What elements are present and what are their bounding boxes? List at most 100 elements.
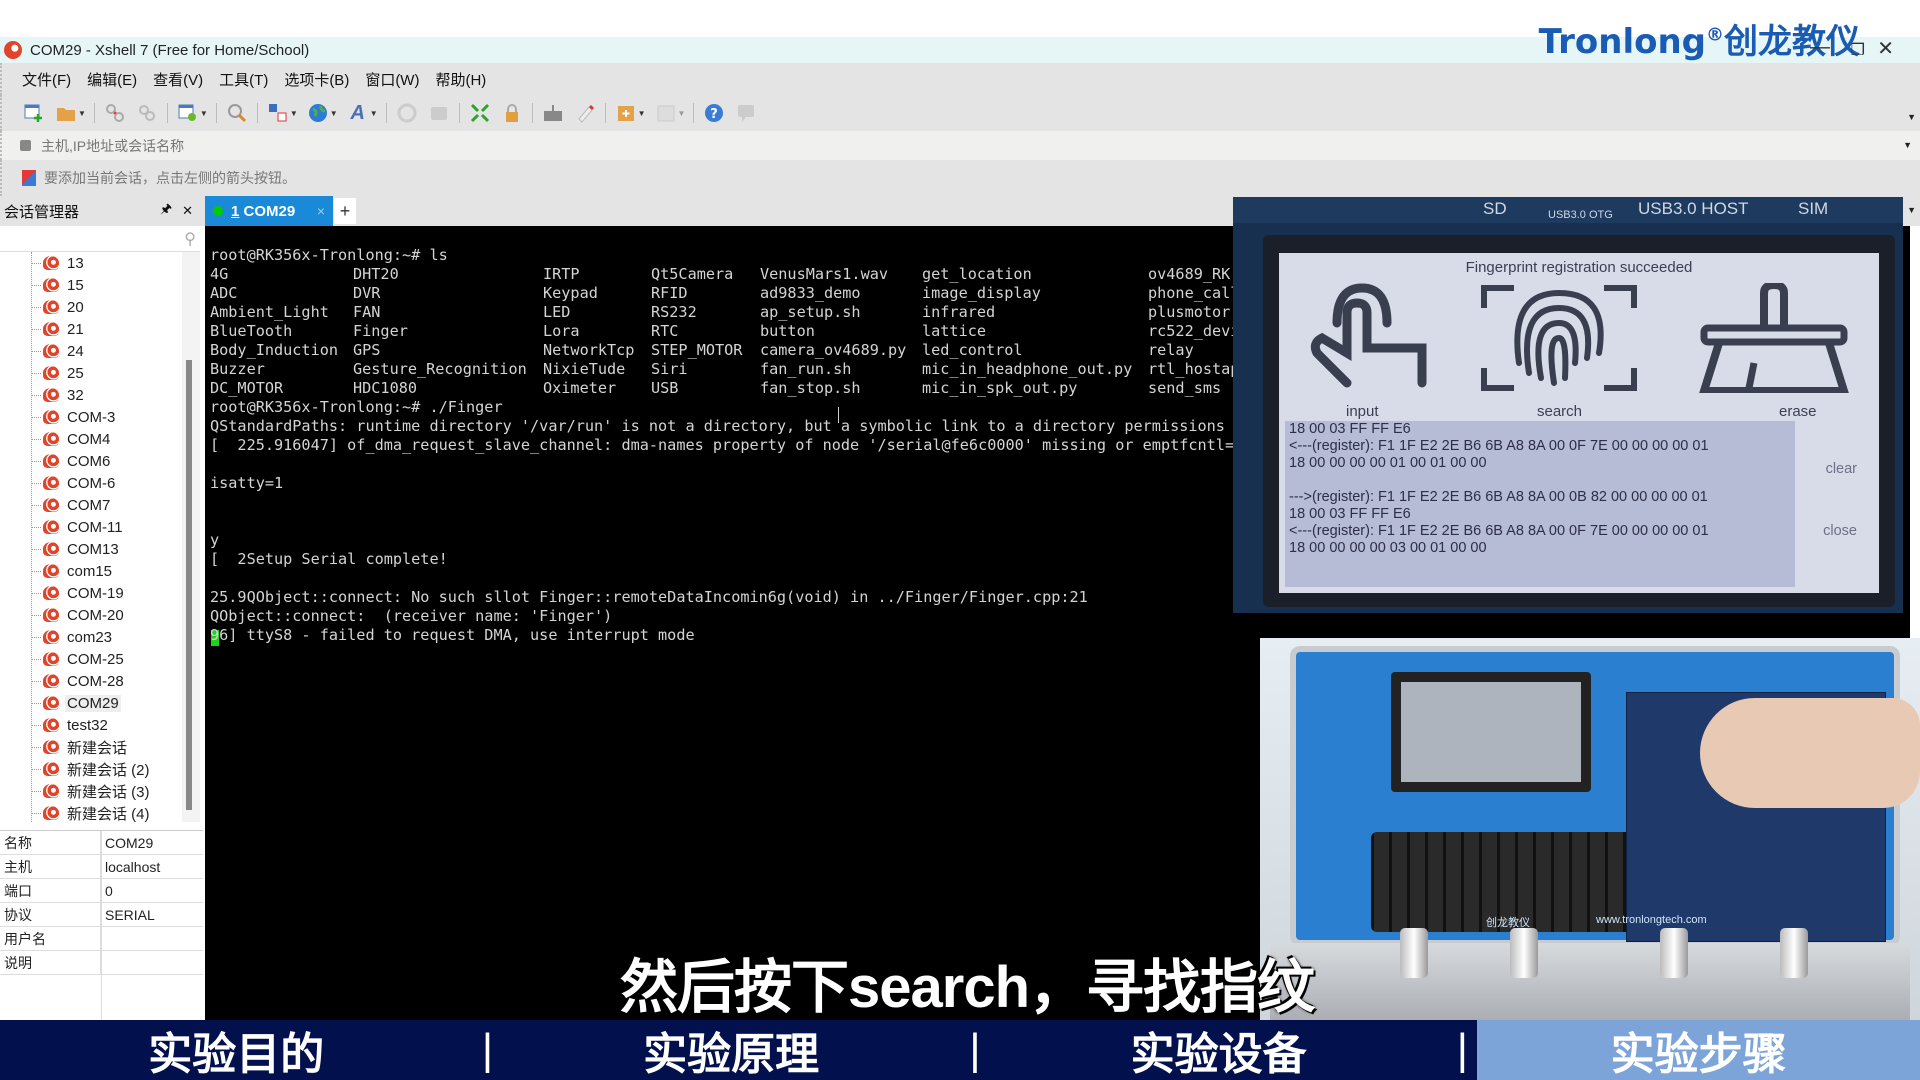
nav-steps[interactable]: 实验步骤 [1477,1020,1920,1080]
find-icon[interactable] [226,102,248,124]
session-item[interactable]: COM-6 [31,472,117,494]
dropdown-arrow-icon[interactable]: ▼ [330,109,338,118]
new-tab-icon[interactable] [615,102,637,124]
property-row: 说明 [0,951,203,975]
new-tab-button[interactable]: + [334,198,356,224]
layout-icon[interactable] [655,102,677,124]
screenshot-icon[interactable] [428,102,450,124]
address-bar[interactable]: 主机,IP地址或会话名称 [0,131,1920,160]
font-icon[interactable]: A [347,102,369,124]
session-item[interactable]: COM4 [31,428,112,450]
session-item[interactable]: 25 [31,362,86,384]
menu-tabs[interactable]: 选项卡(B) [284,69,349,90]
add-session-arrow-icon[interactable] [22,170,36,186]
restore-button[interactable]: ❐ [1851,40,1865,60]
close-window-button[interactable]: ✕ [1877,36,1894,61]
menu-edit[interactable]: 编辑(E) [87,69,137,90]
session-item[interactable]: COM6 [31,450,112,472]
fullscreen-icon[interactable] [469,102,491,124]
dropdown-arrow-icon[interactable]: ▼ [290,109,298,118]
open-folder-icon[interactable] [55,102,77,124]
menu-file[interactable]: 文件(F) [22,69,71,90]
session-label: 新建会话 (3) [67,783,150,801]
highlight-icon[interactable] [574,102,596,124]
tab-com29[interactable]: 1 COM29 × [205,196,333,226]
menu-tools[interactable]: 工具(T) [219,69,268,90]
reconnect-icon[interactable] [136,102,158,124]
fingerprint-icon[interactable] [1479,283,1639,393]
session-item[interactable]: COM-19 [31,582,126,604]
nav-principle[interactable]: 实验原理 [502,1020,960,1080]
session-item[interactable]: test32 [31,714,110,736]
help-icon[interactable]: ? [703,102,725,124]
session-item[interactable]: 新建会话 (3) [31,780,152,802]
session-item[interactable]: 32 [31,384,86,406]
session-search-input[interactable]: ⚲ [0,226,200,252]
dropdown-arrow-icon[interactable]: ▼ [638,109,646,118]
disconnect-icon[interactable] [104,102,126,124]
ls-entry: mic_in_spk_out.py [922,379,1078,397]
nav-purpose[interactable]: 实验目的 [0,1020,473,1080]
session-item[interactable]: COM-11 [31,516,125,538]
dropdown-arrow-icon[interactable]: ▼ [678,109,686,118]
close-panel-icon[interactable]: ✕ [182,203,193,219]
session-item[interactable]: COM29 [31,692,121,714]
nav-separator: | [969,1025,981,1074]
session-item[interactable]: 13 [31,252,86,274]
session-label: COM-3 [67,408,116,426]
xftp-icon[interactable] [396,102,418,124]
globe-icon[interactable] [307,102,329,124]
menu-help[interactable]: 帮助(H) [435,69,486,90]
keyboard-icon[interactable] [542,102,564,124]
toolbar-separator [458,103,460,123]
address-dropdown-icon[interactable]: ▼ [1903,140,1912,150]
lock-icon[interactable] [501,102,523,124]
clear-button[interactable]: clear [1826,461,1857,477]
session-properties-icon[interactable] [177,102,199,124]
menu-window[interactable]: 窗口(W) [365,69,419,90]
session-item[interactable]: COM7 [31,494,112,516]
session-icon [43,630,59,644]
toolbar-separator [531,103,533,123]
session-item[interactable]: 24 [31,340,86,362]
menu-view[interactable]: 查看(V) [153,69,203,90]
tab-list-dropdown-icon[interactable]: ▼ [1907,205,1916,215]
session-item[interactable]: 15 [31,274,86,296]
status-message: Fingerprint registration succeeded [1465,259,1693,276]
session-item[interactable]: 新建会话 (2) [31,758,152,780]
tree-connector [31,372,41,374]
toolbar-overflow-icon[interactable]: ▼ [1907,112,1916,122]
chat-icon[interactable] [735,102,757,124]
tree-connector [31,328,41,330]
session-item[interactable]: 新建会话 [31,736,129,758]
search-icon[interactable]: ⚲ [184,229,196,249]
new-session-icon[interactable] [23,102,45,124]
property-key: 名称 [0,831,101,854]
dropdown-arrow-icon[interactable]: ▼ [78,109,86,118]
session-item[interactable]: COM-28 [31,670,126,692]
session-scrollbar-thumb[interactable] [186,360,192,810]
session-item[interactable]: 20 [31,296,86,318]
tree-connector [31,460,41,462]
dropdown-arrow-icon[interactable]: ▼ [370,109,378,118]
property-key: 端口 [0,879,101,902]
svg-text:?: ? [711,107,719,122]
transfer-icon[interactable] [267,102,289,124]
session-item[interactable]: COM-3 [31,406,117,428]
session-item[interactable]: COM-20 [31,604,126,626]
broom-icon[interactable] [1699,283,1849,393]
touch-hand-icon[interactable] [1307,283,1447,393]
ls-entry: fan_stop.sh [760,379,861,397]
session-item[interactable]: com15 [31,560,114,582]
dropdown-arrow-icon[interactable]: ▼ [200,109,208,118]
session-item[interactable]: COM13 [31,538,121,560]
session-item[interactable]: 21 [31,318,86,340]
nav-equipment[interactable]: 实验设备 [990,1020,1448,1080]
close-button[interactable]: close [1823,523,1857,539]
minimize-button[interactable]: — [1810,36,1830,59]
session-item[interactable]: COM-25 [31,648,126,670]
close-tab-icon[interactable]: × [317,203,325,219]
session-item[interactable]: 新建会话 (4) [31,802,152,822]
pin-icon[interactable]: 🖈 [160,200,172,222]
session-item[interactable]: com23 [31,626,114,648]
